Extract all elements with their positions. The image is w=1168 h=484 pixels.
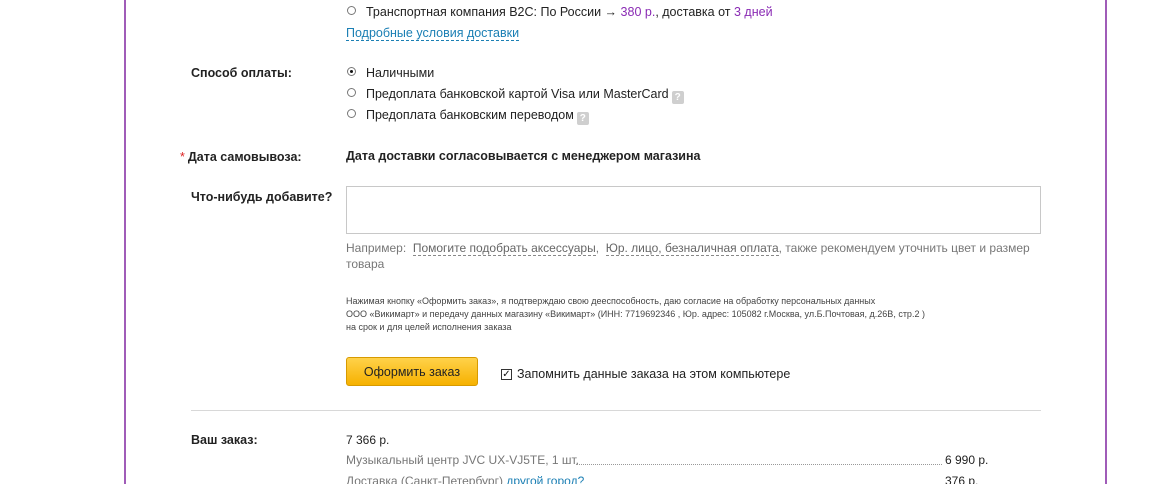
legal-line: Нажимая кнопку «Оформить заказ», я подтв… <box>346 296 876 306</box>
hint-prefix: Например: <box>346 241 407 255</box>
delivery-b2c-price: 380 р. <box>620 5 656 19</box>
payment-label: Способ оплаты: <box>191 66 292 80</box>
delivery-details-link-wrap: Подробные условия доставки <box>346 26 520 41</box>
other-city-link[interactable]: другой город? <box>506 474 584 484</box>
delivery-b2c-option[interactable]: Транспортная компания B2C: По России → 3… <box>366 5 773 19</box>
order-item-price: 6 990 р. <box>945 453 989 467</box>
delivery-b2c-label: Транспортная компания B2C: По России → <box>366 5 618 19</box>
delivery-details-link[interactable]: Подробные условия доставки <box>346 26 520 41</box>
frame-right-border <box>1105 0 1107 484</box>
pickup-value: Дата доставки согласовывается с менеджер… <box>346 149 701 163</box>
order-total: 7 366 р. <box>346 433 390 447</box>
payment-transfer-label: Предоплата банковским переводом <box>366 108 574 122</box>
frame-left-border <box>124 0 126 484</box>
legal-line: ООО «Викимарт» и передачу данных магазин… <box>346 309 925 319</box>
payment-card-radio[interactable] <box>347 88 356 97</box>
order-delivery-price: 376 р. <box>945 474 979 484</box>
hint-link-accessories[interactable]: Помогите подобрать аксессуары <box>412 241 596 256</box>
payment-transfer-option[interactable]: Предоплата банковским переводом? <box>366 108 589 125</box>
order-item-name: Музыкальный центр JVC UX-VJ5TE, 1 шт. <box>346 453 580 467</box>
order-label: Ваш заказ: <box>191 433 258 447</box>
order-delivery-row: Доставка (Санкт-Петербург) другой город? <box>346 474 584 484</box>
dotted-leader <box>576 464 942 465</box>
payment-card-label: Предоплата банковской картой Visa или Ma… <box>366 87 669 101</box>
delivery-b2c-sep: , доставка от <box>655 5 731 19</box>
comment-hint: Например: Помогите подобрать аксессуары,… <box>346 241 1030 271</box>
hint-link-legal-entity[interactable]: Юр. лицо, безналичная оплата <box>605 241 779 256</box>
divider <box>191 410 1041 411</box>
legal-line: на срок и для целей исполнения заказа <box>346 322 512 332</box>
place-order-button[interactable]: Оформить заказ <box>346 357 478 386</box>
remember-checkbox[interactable]: ✓ <box>501 369 512 380</box>
delivery-b2c-days: 3 дней <box>734 5 773 19</box>
remember-label[interactable]: Запомнить данные заказа на этом компьюте… <box>517 367 790 381</box>
pickup-label-wrap: * Дата самовывоза: <box>180 150 302 164</box>
payment-transfer-radio[interactable] <box>347 109 356 118</box>
order-delivery-name: Доставка (Санкт-Петербург) <box>346 474 503 484</box>
help-icon[interactable]: ? <box>671 91 684 104</box>
comment-textarea[interactable] <box>346 186 1041 234</box>
help-icon[interactable]: ? <box>576 112 589 125</box>
comment-label: Что-нибудь добавите? <box>191 190 333 204</box>
payment-cash-radio[interactable] <box>347 67 356 76</box>
checkout-page: Транспортная компания B2C: По России → 3… <box>0 0 1168 484</box>
payment-cash-label[interactable]: Наличными <box>366 66 434 80</box>
pickup-label: Дата самовывоза: <box>187 150 302 164</box>
required-mark: * <box>180 150 185 164</box>
payment-card-option[interactable]: Предоплата банковской картой Visa или Ma… <box>366 87 684 104</box>
legal-notice: Нажимая кнопку «Оформить заказ», я подтв… <box>346 295 1066 334</box>
delivery-b2c-radio[interactable] <box>347 6 356 15</box>
